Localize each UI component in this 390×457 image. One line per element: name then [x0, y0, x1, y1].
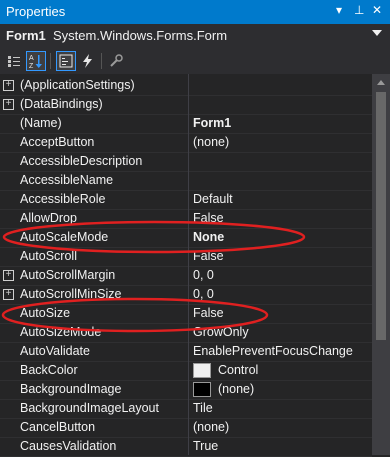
expand-plus-icon[interactable]: +	[3, 99, 14, 110]
panel-title: Properties	[6, 4, 66, 19]
property-row[interactable]: BackgroundImage (none)	[0, 380, 372, 400]
property-value[interactable]: Tile	[193, 401, 213, 415]
chevron-down-icon[interactable]	[372, 30, 382, 36]
property-value[interactable]: False	[193, 249, 224, 263]
property-name: AutoSize	[20, 306, 71, 320]
property-name: BackgroundImage	[20, 382, 122, 396]
expand-plus-icon[interactable]: +	[3, 289, 14, 300]
property-row[interactable]: AutoScroll False	[0, 247, 372, 267]
panel-title-bar: Properties ▾ ⊥ ✕	[0, 0, 390, 24]
property-row[interactable]: AllowDrop False	[0, 209, 372, 229]
property-name: AccessibleRole	[20, 192, 106, 206]
property-name: AutoScrollMargin	[20, 268, 116, 282]
vertical-scrollbar[interactable]	[372, 74, 390, 455]
pin-icon[interactable]: ⊥	[354, 3, 364, 17]
object-selector[interactable]: Form1 System.Windows.Forms.Form	[0, 24, 390, 49]
property-value[interactable]: 0, 0	[193, 268, 214, 282]
property-name: AutoScaleMode	[20, 230, 109, 244]
svg-text:Z: Z	[29, 63, 34, 70]
property-name: (DataBindings)	[20, 97, 103, 111]
column-splitter[interactable]	[188, 74, 189, 455]
property-value[interactable]: (none)	[193, 135, 229, 149]
property-name: AccessibleName	[20, 173, 114, 187]
property-value[interactable]: None	[193, 230, 224, 244]
property-row[interactable]: CancelButton (none)	[0, 418, 372, 438]
property-row[interactable]: AutoSizeMode GrowOnly	[0, 323, 372, 343]
property-value[interactable]: 0, 0	[193, 287, 214, 301]
property-value[interactable]: GrowOnly	[193, 325, 249, 339]
property-pages-icon[interactable]	[106, 51, 126, 71]
property-value[interactable]: Default	[193, 192, 233, 206]
dropdown-arrow-icon[interactable]: ▾	[336, 3, 342, 17]
color-swatch	[193, 382, 211, 397]
expand-plus-icon[interactable]: +	[3, 80, 14, 91]
property-value[interactable]: (none)	[218, 382, 254, 396]
events-icon[interactable]	[78, 51, 98, 71]
property-row[interactable]: BackgroundImageLayout Tile	[0, 399, 372, 419]
property-row[interactable]: CausesValidation True	[0, 437, 372, 457]
property-value[interactable]: True	[193, 439, 218, 453]
property-value[interactable]: (none)	[193, 420, 229, 434]
expand-plus-icon[interactable]: +	[3, 270, 14, 281]
property-name: CancelButton	[20, 420, 96, 434]
property-name: BackgroundImageLayout	[20, 401, 159, 415]
property-row[interactable]: AccessibleDescription	[0, 152, 372, 172]
scroll-up-icon[interactable]	[377, 80, 385, 85]
toolbar-separator	[50, 53, 51, 69]
property-name: AccessibleDescription	[20, 154, 143, 168]
property-name: BackColor	[20, 363, 78, 377]
svg-text:A: A	[29, 55, 34, 62]
property-row[interactable]: AutoScaleMode None	[0, 228, 372, 248]
property-row[interactable]: AcceptButton (none)	[0, 133, 372, 153]
property-row[interactable]: AccessibleRole Default	[0, 190, 372, 210]
properties-toolbar: A Z	[0, 48, 390, 74]
property-name: AutoScroll	[20, 249, 77, 263]
property-value[interactable]: False	[193, 306, 224, 320]
property-name: AutoSizeMode	[20, 325, 102, 339]
properties-icon[interactable]	[56, 51, 76, 71]
property-name: AllowDrop	[20, 211, 77, 225]
toolbar-separator	[101, 53, 102, 69]
property-name: AcceptButton	[20, 135, 95, 149]
property-row[interactable]: + (DataBindings)	[0, 95, 372, 115]
scroll-thumb[interactable]	[376, 92, 386, 340]
property-value[interactable]: False	[193, 211, 224, 225]
property-row[interactable]: + (ApplicationSettings)	[0, 76, 372, 96]
property-name: (Name)	[20, 116, 62, 130]
property-name: AutoScrollMinSize	[20, 287, 122, 301]
property-grid: + (ApplicationSettings) + (DataBindings) (Na…	[0, 74, 372, 457]
property-row[interactable]: AccessibleName	[0, 171, 372, 191]
property-row[interactable]: AutoValidate EnablePreventFocusChange	[0, 342, 372, 362]
close-icon[interactable]: ✕	[372, 3, 382, 17]
property-row[interactable]: (Name) Form1	[0, 114, 372, 134]
property-name: AutoValidate	[20, 344, 90, 358]
object-name: Form1	[6, 28, 46, 43]
color-swatch	[193, 363, 211, 378]
property-row[interactable]: AutoSize False	[0, 304, 372, 324]
categorized-icon[interactable]	[4, 51, 24, 71]
property-value[interactable]: EnablePreventFocusChange	[193, 344, 353, 358]
property-name: (ApplicationSettings)	[20, 78, 135, 92]
property-value[interactable]: Control	[218, 363, 258, 377]
property-value[interactable]: Form1	[193, 116, 231, 130]
property-row[interactable]: + AutoScrollMargin 0, 0	[0, 266, 372, 286]
property-name: CausesValidation	[20, 439, 117, 453]
object-type: System.Windows.Forms.Form	[53, 28, 228, 43]
property-row[interactable]: + AutoScrollMinSize 0, 0	[0, 285, 372, 305]
alphabetical-icon[interactable]: A Z	[26, 51, 46, 71]
property-row[interactable]: BackColor Control	[0, 361, 372, 381]
